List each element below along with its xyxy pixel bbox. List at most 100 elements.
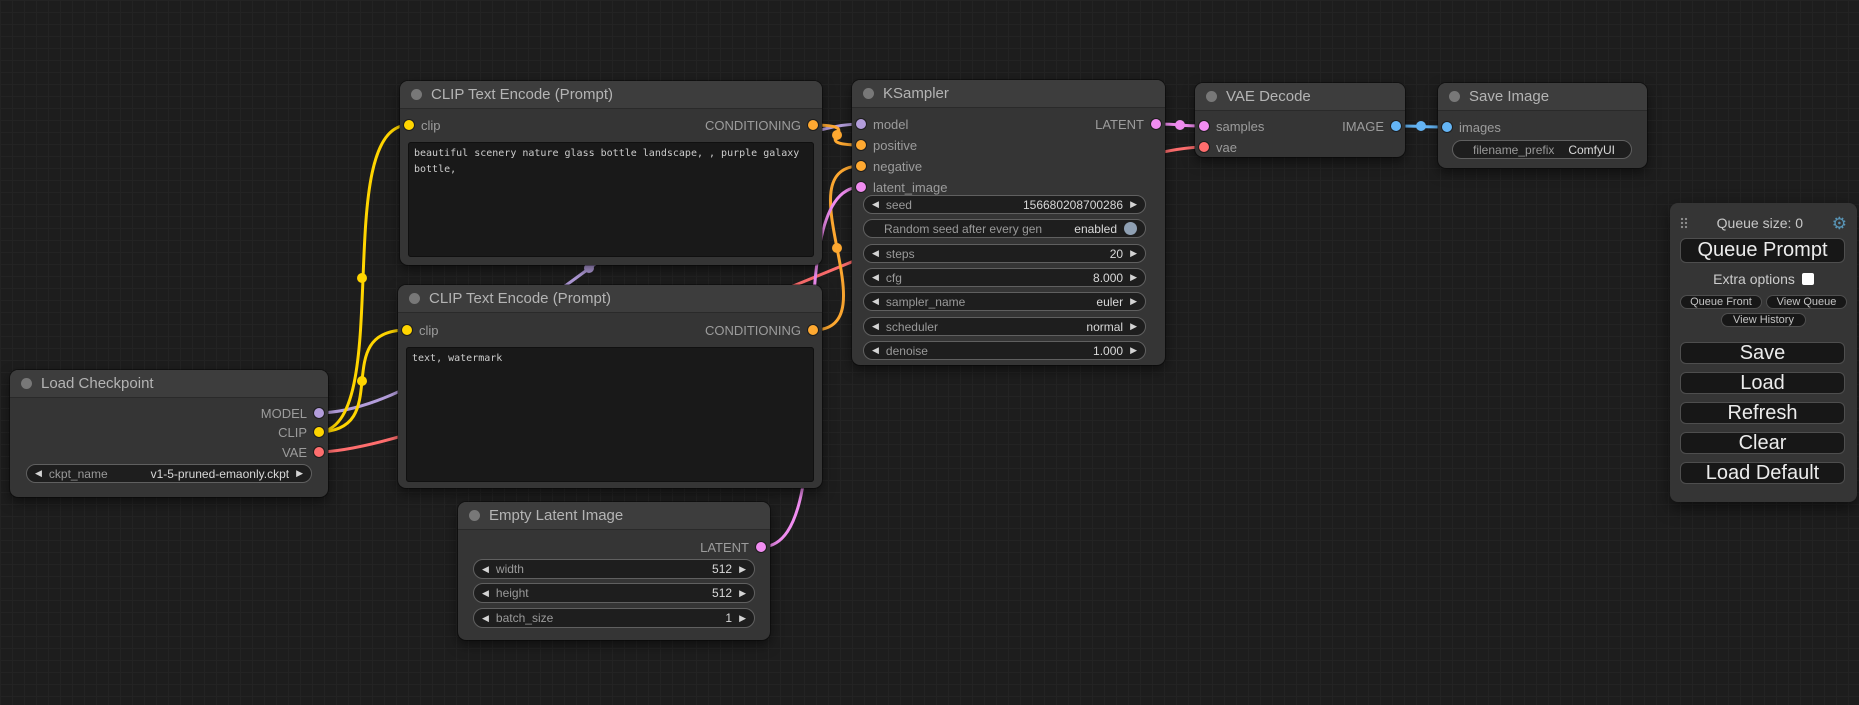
increment-arrow-icon[interactable]: ▶ — [739, 614, 746, 623]
input-slot-vae[interactable] — [1199, 142, 1209, 152]
save-button[interactable]: Save — [1680, 342, 1845, 364]
widget-width[interactable]: ◀ width 512 ▶ — [473, 559, 755, 579]
extra-options-checkbox[interactable] — [1802, 273, 1814, 285]
decrement-arrow-icon[interactable]: ◀ — [872, 297, 879, 306]
load-default-button[interactable]: Load Default — [1680, 462, 1845, 484]
widget-cfg[interactable]: ◀ cfg 8.000 ▶ — [863, 268, 1146, 287]
collapse-dot-icon[interactable] — [469, 510, 480, 521]
decrement-arrow-icon[interactable]: ◀ — [482, 565, 489, 574]
queue-front-button[interactable]: Queue Front — [1680, 295, 1762, 309]
output-slot-vae[interactable] — [314, 447, 324, 457]
input-slot-model[interactable] — [856, 119, 866, 129]
widget-steps[interactable]: ◀ steps 20 ▶ — [863, 244, 1146, 263]
node-empty-latent-image[interactable]: Empty Latent Image LATENT ◀ width 512 ▶ … — [458, 502, 770, 640]
output-slot-image[interactable] — [1391, 121, 1401, 131]
input-slot-clip[interactable] — [402, 325, 412, 335]
slot-row: LATENT — [458, 537, 770, 557]
widget-height[interactable]: ◀ height 512 ▶ — [473, 583, 755, 603]
decrement-arrow-icon[interactable]: ◀ — [872, 273, 879, 282]
slot-row: vae — [1195, 137, 1405, 157]
queue-prompt-button[interactable]: Queue Prompt — [1680, 238, 1845, 263]
decrement-arrow-icon[interactable]: ◀ — [482, 614, 489, 623]
output-slot-model[interactable] — [314, 408, 324, 418]
prompt-textarea[interactable]: text, watermark — [406, 347, 814, 482]
node-title-bar[interactable]: KSampler — [852, 80, 1165, 107]
collapse-dot-icon[interactable] — [409, 293, 420, 304]
prompt-textarea[interactable]: beautiful scenery nature glass bottle la… — [408, 142, 814, 257]
decrement-arrow-icon[interactable]: ◀ — [482, 589, 489, 598]
increment-arrow-icon[interactable]: ▶ — [1130, 346, 1137, 355]
increment-arrow-icon[interactable]: ▶ — [739, 565, 746, 574]
collapse-dot-icon[interactable] — [411, 89, 422, 100]
node-vae-decode[interactable]: VAE Decode samples IMAGE vae — [1195, 83, 1405, 157]
load-button[interactable]: Load — [1680, 372, 1845, 394]
input-slot-samples[interactable] — [1199, 121, 1209, 131]
node-title-bar[interactable]: VAE Decode — [1195, 83, 1405, 110]
refresh-button[interactable]: Refresh — [1680, 402, 1845, 424]
widget-ckpt-name[interactable]: ◀ ckpt_name v1-5-pruned-emaonly.ckpt ▶ — [26, 464, 312, 483]
widget-value: v1-5-pruned-emaonly.ckpt — [151, 467, 290, 481]
increment-arrow-icon[interactable]: ▶ — [1130, 249, 1137, 258]
widget-seed[interactable]: ◀ seed 156680208700286 ▶ — [863, 195, 1146, 214]
slot-row: model LATENT — [852, 114, 1165, 134]
node-clip-text-encode-positive[interactable]: CLIP Text Encode (Prompt) clip CONDITION… — [400, 81, 822, 265]
gear-icon[interactable]: ⚙ — [1832, 215, 1847, 232]
input-slot-images[interactable] — [1442, 122, 1452, 132]
widget-sampler-name[interactable]: ◀ sampler_name euler ▶ — [863, 292, 1146, 311]
view-history-button[interactable]: View History — [1721, 313, 1806, 327]
widget-random-seed-toggle[interactable]: Random seed after every gen enabled — [863, 219, 1146, 238]
node-title-bar[interactable]: Load Checkpoint — [10, 370, 328, 397]
widget-label: sampler_name — [886, 295, 965, 309]
decrement-arrow-icon[interactable]: ◀ — [35, 469, 42, 478]
collapse-dot-icon[interactable] — [1206, 91, 1217, 102]
node-ksampler[interactable]: KSampler model LATENT positive negative … — [852, 80, 1165, 365]
output-slot-conditioning[interactable] — [808, 325, 818, 335]
increment-arrow-icon[interactable]: ▶ — [739, 589, 746, 598]
output-slot-latent[interactable] — [756, 542, 766, 552]
input-slot-positive[interactable] — [856, 140, 866, 150]
decrement-arrow-icon[interactable]: ◀ — [872, 346, 879, 355]
node-load-checkpoint[interactable]: Load Checkpoint MODEL CLIP VAE ◀ ckpt_na… — [10, 370, 328, 497]
collapse-dot-icon[interactable] — [863, 88, 874, 99]
view-queue-button[interactable]: View Queue — [1766, 295, 1847, 309]
wire-midpoint-dot — [1175, 120, 1185, 130]
widget-scheduler[interactable]: ◀ scheduler normal ▶ — [863, 317, 1146, 336]
node-title-bar[interactable]: CLIP Text Encode (Prompt) — [398, 285, 822, 312]
increment-arrow-icon[interactable]: ▶ — [296, 469, 303, 478]
node-title-bar[interactable]: Empty Latent Image — [458, 502, 770, 529]
input-label-model: model — [873, 117, 908, 132]
input-slot-latent-image[interactable] — [856, 182, 866, 192]
widget-batch-size[interactable]: ◀ batch_size 1 ▶ — [473, 608, 755, 628]
collapse-dot-icon[interactable] — [21, 378, 32, 389]
drag-handle-icon[interactable] — [1680, 217, 1688, 229]
toggle-circle-icon[interactable] — [1124, 222, 1137, 235]
node-clip-text-encode-negative[interactable]: CLIP Text Encode (Prompt) clip CONDITION… — [398, 285, 822, 488]
widget-denoise[interactable]: ◀ denoise 1.000 ▶ — [863, 341, 1146, 360]
node-save-image[interactable]: Save Image images filename_prefix ComfyU… — [1438, 83, 1647, 168]
clear-button[interactable]: Clear — [1680, 432, 1845, 454]
node-title-bar[interactable]: CLIP Text Encode (Prompt) — [400, 81, 822, 108]
input-slot-negative[interactable] — [856, 161, 866, 171]
input-slot-clip[interactable] — [404, 120, 414, 130]
decrement-arrow-icon[interactable]: ◀ — [872, 249, 879, 258]
output-slot-clip[interactable] — [314, 427, 324, 437]
increment-arrow-icon[interactable]: ▶ — [1130, 200, 1137, 209]
widget-value: normal — [1086, 320, 1123, 334]
increment-arrow-icon[interactable]: ▶ — [1130, 273, 1137, 282]
output-slot-conditioning[interactable] — [808, 120, 818, 130]
increment-arrow-icon[interactable]: ▶ — [1130, 297, 1137, 306]
wire-midpoint-dot — [357, 376, 367, 386]
output-slot-latent[interactable] — [1151, 119, 1161, 129]
slot-row: clip CONDITIONING — [398, 320, 822, 340]
slot-row: latent_image — [852, 177, 1165, 197]
increment-arrow-icon[interactable]: ▶ — [1130, 322, 1137, 331]
output-label-conditioning: CONDITIONING — [705, 118, 801, 133]
widget-filename-prefix[interactable]: filename_prefix ComfyUI — [1452, 140, 1632, 159]
decrement-arrow-icon[interactable]: ◀ — [872, 322, 879, 331]
queue-panel[interactable]: Queue size: 0 ⚙ Queue Prompt Extra optio… — [1670, 203, 1857, 502]
widget-value: 1 — [725, 611, 732, 625]
collapse-dot-icon[interactable] — [1449, 91, 1460, 102]
decrement-arrow-icon[interactable]: ◀ — [872, 200, 879, 209]
node-title-bar[interactable]: Save Image — [1438, 83, 1647, 110]
comfyui-canvas[interactable]: { "ui": { "arrow_left": "◀", "arrow_righ… — [0, 0, 1859, 705]
